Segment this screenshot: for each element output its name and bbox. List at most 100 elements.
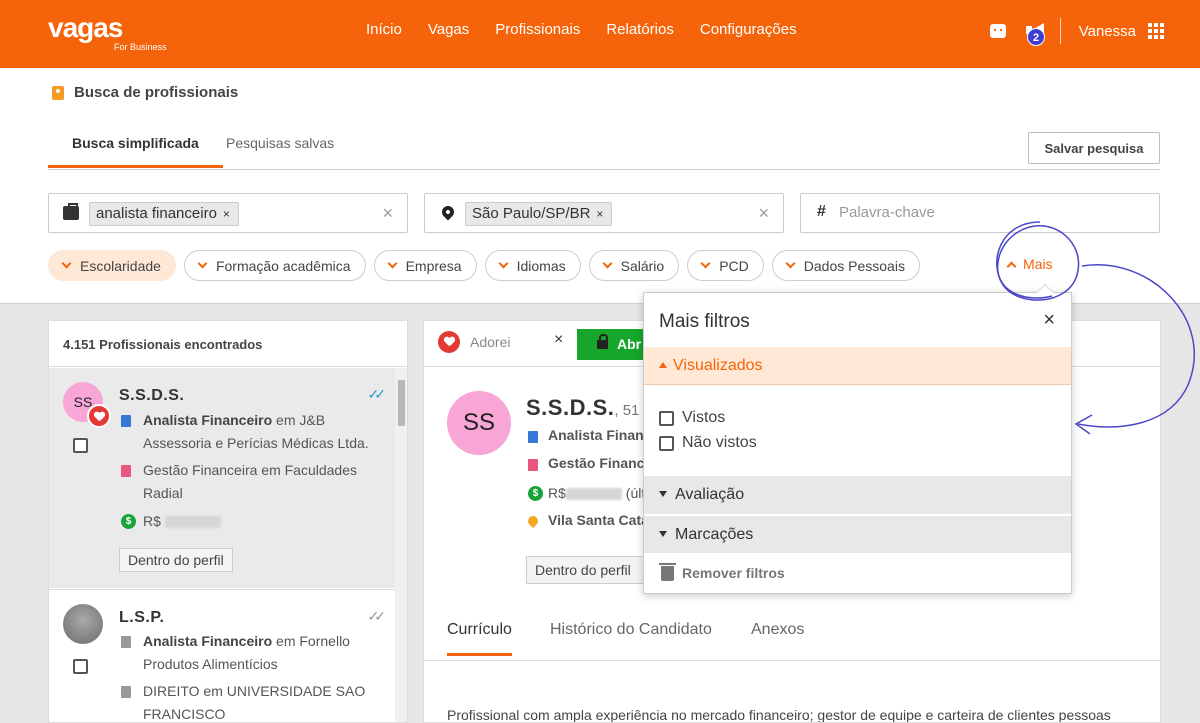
clear-role-icon[interactable]: × — [382, 203, 393, 224]
nav-configuracoes[interactable]: Configurações — [700, 21, 797, 38]
filter-idiomas[interactable]: Idiomas — [484, 250, 581, 281]
chevron-down-icon — [602, 258, 613, 269]
salary-blurred — [565, 488, 622, 501]
double-check-icon: ✓✓ — [367, 386, 387, 402]
filter-label: Formação acadêmica — [215, 257, 351, 274]
role-title: Analista Financeiro — [143, 412, 273, 428]
chevron-up-icon — [1006, 261, 1017, 271]
avatar: SS — [447, 391, 511, 455]
status-badge: Dentro do perfil — [119, 548, 233, 572]
page-title-text: Busca de profissionais — [74, 84, 239, 101]
filter-pills: Escolaridade Formação acadêmica Empresa … — [48, 250, 920, 281]
heart-icon — [87, 404, 111, 428]
chat-icon[interactable] — [989, 24, 1006, 38]
briefcase-icon — [63, 203, 79, 220]
scrollbar[interactable] — [395, 368, 407, 722]
logo-word: vagas — [48, 12, 123, 43]
building-icon — [528, 431, 538, 443]
adorei-button[interactable]: Adorei — [438, 331, 510, 353]
filter-mais[interactable]: Mais — [1006, 256, 1053, 272]
book-icon — [121, 465, 131, 477]
tab-historico[interactable]: Histórico do Candidato — [550, 621, 712, 639]
chevron-down-icon — [387, 258, 398, 269]
section-label: Marcações — [675, 526, 754, 543]
double-check-icon: ✓✓ — [367, 608, 387, 624]
scrollbar-thumb[interactable] — [398, 380, 405, 426]
select-checkbox[interactable] — [73, 659, 88, 674]
chip-remove-icon[interactable]: × — [223, 207, 230, 221]
role-chip: analista financeiro × — [89, 202, 239, 226]
clear-location-icon[interactable]: × — [758, 203, 769, 224]
dollar-icon: $ — [528, 486, 543, 501]
page-title: Busca de profissionais — [52, 84, 238, 101]
list-item[interactable]: SS S.S.D.S. ✓✓ Analista Financeiro em J&… — [49, 368, 395, 588]
option-label: Vistos — [682, 409, 726, 426]
more-filters-popup: Mais filtros × Visualizados Vistos Não v… — [643, 284, 1072, 594]
checkbox[interactable] — [659, 435, 674, 451]
logo-subtitle: For Business — [114, 42, 167, 52]
vagas-logo[interactable]: vagas For Business — [48, 12, 167, 53]
save-search-button[interactable]: Salvar pesquisa — [1028, 132, 1160, 164]
filter-label: Escolaridade — [80, 257, 161, 274]
filter-escolaridade[interactable]: Escolaridade — [48, 250, 176, 281]
filter-label: Empresa — [405, 257, 462, 274]
location-field[interactable]: São Paulo/SP/BR × × — [424, 193, 784, 233]
select-checkbox[interactable] — [73, 438, 88, 453]
location-chip-label: São Paulo/SP/BR — [472, 205, 591, 222]
education-line: Gestão Financeira em Faculdades Radial — [121, 459, 371, 505]
filter-label: Dados Pessoais — [803, 257, 905, 274]
filter-dados-pessoais[interactable]: Dados Pessoais — [771, 250, 920, 281]
tab-busca-simplificada[interactable]: Busca simplificada — [48, 135, 223, 168]
close-icon[interactable]: × — [1043, 309, 1055, 332]
nav-inicio[interactable]: Início — [366, 21, 402, 38]
option-vistos[interactable]: Vistos — [659, 409, 725, 427]
tab-anexos[interactable]: Anexos — [751, 621, 804, 639]
apps-grid-icon[interactable] — [1148, 23, 1164, 39]
checkbox[interactable] — [659, 410, 674, 426]
filter-salario[interactable]: Salário — [588, 250, 680, 281]
salary-line: $ R$ (últ — [528, 485, 645, 501]
tab-curriculo[interactable]: Currículo — [447, 621, 512, 656]
salary-prefix: R$ — [143, 513, 161, 529]
popup-title: Mais filtros — [659, 311, 750, 332]
location-text: Vila Santa Cata — [548, 512, 649, 528]
role-line: Analista Financeiro em J&B Assessoria e … — [121, 409, 371, 455]
salary-prefix: R$ — [548, 485, 566, 501]
nav-relatorios[interactable]: Relatórios — [606, 21, 674, 38]
filter-pcd[interactable]: PCD — [687, 250, 764, 281]
salary-line: $ R$ — [121, 510, 371, 533]
nav-vagas[interactable]: Vagas — [428, 21, 469, 38]
section-label: Visualizados — [673, 357, 763, 374]
option-nao-vistos[interactable]: Não vistos — [659, 434, 757, 452]
profile-card-icon — [52, 85, 64, 100]
search-header: Busca de profissionais Busca simplificad… — [0, 68, 1200, 304]
avatar — [63, 604, 103, 644]
candidate-name: L.S.P. — [119, 609, 165, 626]
filter-label: PCD — [719, 257, 749, 274]
user-name[interactable]: Vanessa — [1079, 23, 1136, 40]
chip-remove-icon[interactable]: × — [596, 207, 603, 221]
search-tabs: Busca simplificada Pesquisas salvas — [48, 120, 1160, 170]
location-line: Vila Santa Cata — [525, 512, 649, 529]
education-line: Gestão Financ — [528, 455, 644, 471]
open-cv-label: Abr — [617, 336, 642, 352]
section-marcacoes[interactable]: Marcações — [644, 515, 1071, 553]
filter-empresa[interactable]: Empresa — [373, 250, 477, 281]
filter-formacao[interactable]: Formação acadêmica — [183, 250, 366, 281]
dollar-icon: $ — [121, 514, 136, 529]
section-visualizados[interactable]: Visualizados — [644, 347, 1071, 385]
section-avaliacao[interactable]: Avaliação — [644, 476, 1071, 514]
role-field[interactable]: analista financeiro × × — [48, 193, 408, 233]
top-right-actions: Vanessa — [989, 18, 1164, 44]
tab-pesquisas-salvas[interactable]: Pesquisas salvas — [226, 135, 334, 151]
close-icon[interactable]: × — [554, 331, 563, 349]
caret-up-icon — [659, 362, 667, 368]
building-icon — [121, 415, 131, 427]
nav-profissionais[interactable]: Profissionais — [495, 21, 580, 38]
keyword-field[interactable]: # Palavra-chave — [800, 193, 1160, 233]
remove-filters-button[interactable]: Remover filtros — [659, 562, 785, 581]
detail-tabs: Currículo Histórico do Candidato Anexos — [424, 599, 1160, 661]
list-item[interactable]: L.S.P. ✓✓ Analista Financeiro em Fornell… — [49, 589, 395, 722]
chevron-down-icon — [785, 258, 796, 269]
education-line: DIREITO em UNIVERSIDADE SAO FRANCISCO — [121, 680, 371, 722]
